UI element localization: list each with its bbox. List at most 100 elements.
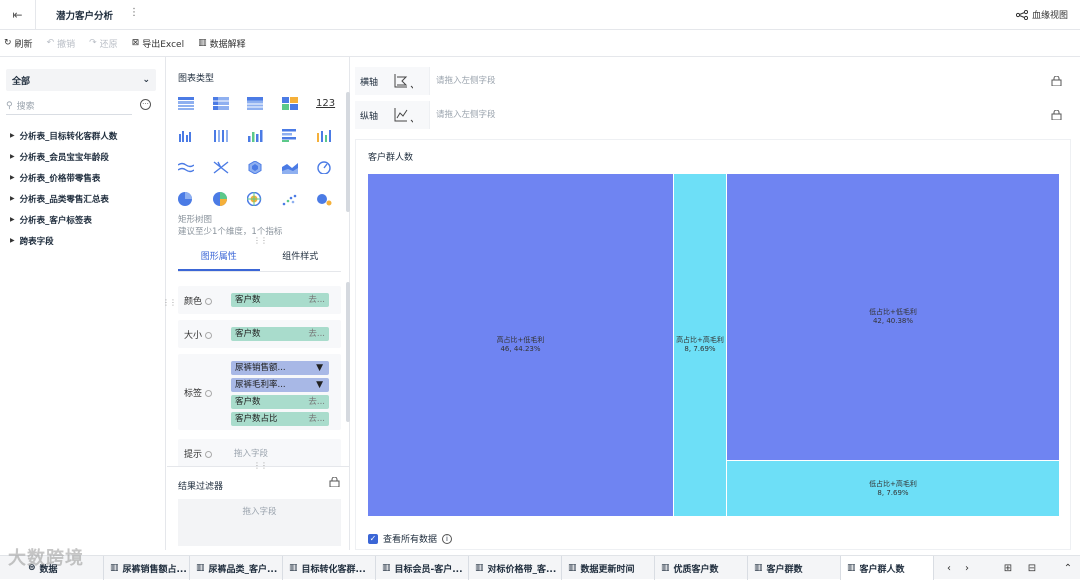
pie-chart-icon[interactable] xyxy=(178,189,213,209)
add-dashboard-icon[interactable]: ⊟ xyxy=(1021,556,1043,580)
scrollbar[interactable] xyxy=(346,92,350,212)
multi-pie-icon[interactable] xyxy=(212,189,248,209)
sheet-tab-bar: ⊜ 数据 ▥ 尿裤销售额占... ▥ 尿裤品类_客户... ▥ 目标转化客群... ▥ 目… xyxy=(0,555,1080,580)
x-axis-label: 横轴 xyxy=(360,77,379,88)
color-field-chip[interactable]: 客户数 去... xyxy=(231,293,329,307)
export-excel-button[interactable]: ⊠ 导出Excel xyxy=(132,37,184,50)
tab-label: 目标转化客群... xyxy=(301,564,366,575)
size-field-chip[interactable]: 客户数 去... xyxy=(231,327,329,341)
view-all-data-checkbox[interactable]: ✓ 查看所有数据 i xyxy=(368,532,453,545)
tooltip-drop-zone[interactable]: 拖入字段 xyxy=(234,447,268,459)
export-icon: ⊠ xyxy=(131,38,140,48)
chip-remove[interactable]: 去... xyxy=(308,327,325,341)
tree-item[interactable]: ▶ 跨表字段 xyxy=(10,230,117,251)
lock-icon[interactable] xyxy=(329,477,340,487)
tree-item[interactable]: ▶ 分析表_客户标签表 xyxy=(10,209,117,230)
undo-button[interactable]: ↶ 撤销 xyxy=(47,37,76,50)
sheet-tab[interactable]: ▥ 目标会员-客户... xyxy=(376,556,469,580)
lock-icon[interactable] xyxy=(1041,67,1071,95)
treemap-node[interactable]: 低占比+高毛利 8, 7.69% xyxy=(727,461,1059,516)
treemap-node-value: 46, 44.23% xyxy=(500,345,541,353)
exit-icon[interactable]: ⇤ xyxy=(0,0,36,30)
redo-label: 还原 xyxy=(99,39,118,50)
sheet-tab[interactable]: ▥ 尿裤销售额占... xyxy=(104,556,190,580)
line-chart-icon[interactable] xyxy=(178,157,213,177)
area-chart-icon[interactable] xyxy=(281,157,317,177)
sheet-tab[interactable]: ▥ 数据更新时间 xyxy=(562,556,655,580)
scatter-icon[interactable] xyxy=(282,189,317,209)
x-axis-chart-icon[interactable] xyxy=(393,73,421,89)
chip-remove[interactable]: 去... xyxy=(308,395,325,409)
treemap-node[interactable]: 高占比+高毛利 8, 7.69% xyxy=(674,174,726,516)
sheet-tab[interactable]: ▥ 优质客户数 xyxy=(655,556,748,580)
rose-chart-icon[interactable] xyxy=(247,189,282,209)
next-tab-icon[interactable]: › xyxy=(958,556,976,580)
sheet-tab[interactable]: ▥ 客户群数 xyxy=(748,556,841,580)
chip-text: 客户数 xyxy=(235,295,261,305)
tree-item[interactable]: ▶ 分析表_会员宝宝年龄段 xyxy=(10,146,117,167)
chevron-down-icon: ⌄ xyxy=(142,75,150,85)
chart-bar-icon: ▥ xyxy=(847,563,856,573)
label-field-chip[interactable]: 客户数占比 去... xyxy=(231,412,329,426)
detail-table-icon[interactable] xyxy=(247,93,282,113)
stacked-bar-icon[interactable] xyxy=(213,125,248,145)
tab-component-style[interactable]: 组件样式 xyxy=(260,245,342,271)
radar-cross-icon[interactable] xyxy=(213,157,248,177)
y-axis-drop-zone[interactable]: 请拖入左侧字段 xyxy=(429,101,1041,129)
label-field-chip[interactable]: 尿裤毛利率... ▼ xyxy=(231,378,329,392)
label-field-chip[interactable]: 客户数 去... xyxy=(231,395,329,409)
x-axis-drop-zone[interactable]: 请拖入左侧字段 xyxy=(429,67,1041,95)
tab-graphic-properties[interactable]: 图形属性 xyxy=(178,245,260,271)
table-chart-icon[interactable] xyxy=(178,93,213,113)
grouped-bar-icon[interactable] xyxy=(178,125,213,145)
more-icon[interactable]: ⋮ xyxy=(129,7,139,18)
tree-item[interactable]: ▶ 分析表_价格带零售表 xyxy=(10,167,117,188)
label-label-text: 标签 xyxy=(184,389,203,399)
tab-label: 优质客户数 xyxy=(673,564,719,575)
chart-type-grid: 123 xyxy=(178,93,351,209)
filter-drop-zone[interactable]: 拖入字段 xyxy=(178,499,341,546)
chip-text: 尿裤销售额... xyxy=(235,363,286,373)
refresh-button[interactable]: ↻ 刷新 xyxy=(4,37,33,50)
scrollbar[interactable] xyxy=(346,282,350,422)
prev-tab-icon[interactable]: ‹ xyxy=(940,556,958,580)
redo-button[interactable]: ↷ 还原 xyxy=(89,37,118,50)
horizontal-bar-icon[interactable] xyxy=(281,125,317,145)
search-icon: ⚲ xyxy=(6,100,13,111)
tab-label: 目标会员-客户... xyxy=(394,564,463,575)
caret-right-icon: ▶ xyxy=(10,237,15,244)
column-chart-icon[interactable] xyxy=(247,125,282,145)
chip-text: 尿裤毛利率... xyxy=(235,380,286,390)
filter-icon[interactable]: ▼ xyxy=(316,361,323,375)
tree-item[interactable]: ▶ 分析表_品类零售汇总表 xyxy=(10,188,117,209)
add-component-icon[interactable]: ⊞ xyxy=(997,556,1019,580)
treemap-node[interactable]: 高占比+低毛利 46, 44.23% xyxy=(368,174,673,516)
lineage-view-button[interactable]: 血缘视图 xyxy=(1015,8,1068,21)
collapse-up-icon[interactable]: ⌃ xyxy=(1058,556,1078,580)
tree-item[interactable]: ▶ 分析表_目标转化客群人数 xyxy=(10,125,117,146)
lock-icon[interactable] xyxy=(1041,101,1071,129)
hexagon-chart-icon[interactable] xyxy=(247,157,282,177)
treemap-node[interactable]: 低占比+低毛利 42, 40.38% xyxy=(727,174,1059,460)
search-input[interactable]: ⚲ 搜索 xyxy=(6,97,132,115)
sheet-tab-active[interactable]: ▥ 客户群人数 xyxy=(841,556,934,580)
more-options-icon[interactable]: ··· xyxy=(140,99,151,110)
y-axis-chart-icon[interactable] xyxy=(393,107,421,123)
treemap-node-name: 低占比+低毛利 xyxy=(869,308,917,316)
sheet-tab[interactable]: ▥ 目标转化客群... xyxy=(283,556,376,580)
info-icon[interactable]: i xyxy=(442,533,453,544)
x-axis-row: 横轴 请拖入左侧字段 xyxy=(355,67,1071,95)
block-table-icon[interactable] xyxy=(281,93,317,113)
tab-label: 尿裤销售额占... xyxy=(122,564,187,575)
table-select[interactable]: 全部 ⌄ xyxy=(6,69,156,91)
filter-icon[interactable]: ▼ xyxy=(316,378,323,392)
treemap-node-value: 42, 40.38% xyxy=(872,317,914,325)
label-field-chip[interactable]: 尿裤销售额... ▼ xyxy=(231,361,329,375)
chip-remove[interactable]: 去... xyxy=(308,412,325,426)
data-explain-button[interactable]: ▥ 数据解释 xyxy=(198,37,246,50)
sheet-tab[interactable]: ▥ 对标价格带_客... xyxy=(469,556,562,580)
cross-table-icon[interactable] xyxy=(212,93,248,113)
resize-handle-icon[interactable]: ⋮⋮ xyxy=(253,236,268,245)
chip-remove[interactable]: 去... xyxy=(308,293,325,307)
sheet-tab[interactable]: ▥ 尿裤品类_客户... xyxy=(190,556,283,580)
